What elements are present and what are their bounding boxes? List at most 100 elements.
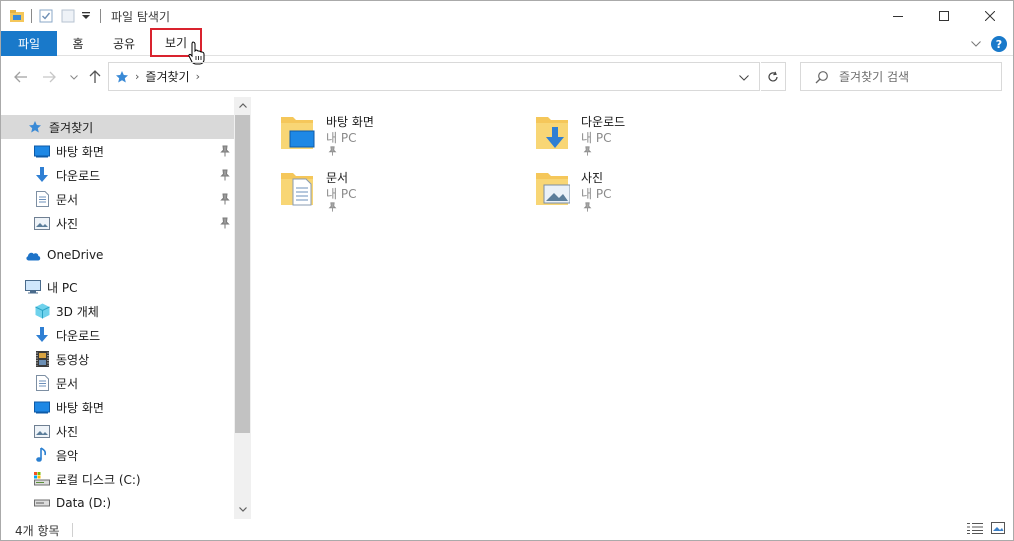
maximize-button[interactable]	[921, 1, 967, 31]
new-folder-icon[interactable]	[60, 8, 76, 24]
folder-tile-desktop[interactable]: 바탕 화면 내 PC	[251, 103, 491, 156]
forward-button[interactable]	[39, 67, 59, 87]
search-icon	[815, 70, 828, 83]
large-icons-view-icon[interactable]	[991, 522, 1005, 537]
cloud-icon	[25, 247, 41, 263]
nav-item-data-d[interactable]: Data (D:)	[1, 491, 234, 515]
expand-ribbon-icon[interactable]	[971, 41, 981, 47]
scroll-up-button[interactable]	[234, 97, 251, 114]
address-bar[interactable]: › 즐겨찾기 ›	[108, 62, 760, 91]
nav-item-downloads[interactable]: 다운로드	[1, 163, 234, 187]
nav-item-pictures-pc[interactable]: 사진	[1, 419, 234, 443]
scroll-down-button[interactable]	[234, 501, 251, 518]
chevron-down-icon	[238, 507, 247, 512]
cube-icon	[34, 303, 50, 319]
nav-item-3d-objects[interactable]: 3D 개체	[1, 299, 234, 323]
star-icon	[116, 70, 128, 82]
nav-item-label: 즐겨찾기	[49, 120, 94, 135]
breadcrumb-favorites[interactable]: 즐겨찾기	[145, 68, 189, 85]
nav-item-label: 사진	[56, 216, 79, 231]
address-dropdown-icon[interactable]	[739, 70, 749, 84]
breadcrumb-separator-icon[interactable]: ›	[135, 70, 139, 83]
star-icon	[27, 119, 43, 135]
drive-icon	[34, 495, 50, 511]
pin-icon	[328, 202, 337, 212]
help-button[interactable]: ?	[991, 36, 1007, 52]
recent-locations-button[interactable]	[64, 67, 84, 87]
quick-access-toolbar: 파일 탐색기	[1, 1, 170, 31]
nav-item-documents-pc[interactable]: 문서	[1, 371, 234, 395]
music-icon	[34, 447, 50, 463]
nav-scrollbar[interactable]	[234, 97, 251, 519]
nav-item-music[interactable]: 음악	[1, 443, 234, 467]
item-count: 4개 항목	[15, 523, 60, 538]
folder-tile-pictures[interactable]: 사진 내 PC	[506, 159, 746, 212]
up-arrow-icon	[89, 70, 101, 83]
customize-toolbar-icon[interactable]	[78, 8, 94, 24]
file-explorer-window: 파일 탐색기 파일 홈 공유 보기 ? › 즐겨찾기 › 즐겨찾기 검색 즐겨찾…	[0, 0, 1014, 541]
back-button[interactable]	[11, 67, 31, 87]
documents-folder-icon	[281, 173, 313, 206]
download-icon	[34, 167, 50, 183]
nav-item-local-disk-c[interactable]: 로컬 디스크 (C:)	[1, 467, 234, 491]
nav-item-label: 로컬 디스크 (C:)	[56, 472, 141, 487]
tile-name: 바탕 화면	[326, 115, 374, 129]
status-bar: 4개 항목	[1, 519, 1013, 541]
desktop-icon	[34, 399, 50, 415]
address-row: › 즐겨찾기 › 즐겨찾기 검색	[1, 57, 1013, 97]
nav-item-desktop[interactable]: 바탕 화면	[1, 139, 234, 163]
pin-icon[interactable]	[220, 169, 230, 181]
nav-item-documents[interactable]: 문서	[1, 187, 234, 211]
nav-item-videos[interactable]: 동영상	[1, 347, 234, 371]
properties-icon[interactable]	[38, 8, 54, 24]
pin-icon[interactable]	[220, 193, 230, 205]
close-button[interactable]	[967, 1, 1013, 31]
details-view-icon[interactable]	[967, 522, 983, 537]
nav-item-favorites[interactable]: 즐겨찾기	[1, 115, 234, 139]
tab-file[interactable]: 파일	[1, 31, 57, 56]
nav-item-label: 문서	[56, 192, 79, 207]
nav-item-onedrive[interactable]: OneDrive	[1, 243, 234, 267]
nav-item-label: 음악	[56, 448, 79, 463]
content-pane: 바탕 화면 내 PC 다운로드 내 PC 문서 내 PC 사진 내 PC	[251, 97, 1013, 519]
tab-share[interactable]: 공유	[99, 31, 149, 56]
up-button[interactable]	[85, 67, 105, 87]
document-icon	[34, 191, 50, 207]
tile-name: 문서	[326, 171, 349, 185]
desktop-icon	[34, 143, 50, 159]
nav-item-this-pc[interactable]: 내 PC	[1, 275, 234, 299]
nav-item-label: OneDrive	[47, 248, 104, 262]
window-title: 파일 탐색기	[111, 9, 171, 24]
maximize-icon	[939, 11, 949, 21]
minimize-button[interactable]	[875, 1, 921, 31]
nav-item-label: 바탕 화면	[56, 400, 104, 415]
nav-item-label: 문서	[56, 376, 79, 391]
nav-item-label: 다운로드	[56, 168, 101, 183]
tab-home[interactable]: 홈	[57, 31, 99, 56]
nav-item-pictures[interactable]: 사진	[1, 211, 234, 235]
ribbon-tabs: 파일 홈 공유 보기 ?	[1, 28, 1013, 57]
nav-item-label: 내 PC	[47, 280, 78, 295]
search-placeholder: 즐겨찾기 검색	[839, 70, 910, 84]
pc-icon	[25, 279, 41, 295]
explorer-folder-icon[interactable]	[9, 8, 25, 24]
toolbar-divider	[100, 9, 101, 23]
folder-tile-downloads[interactable]: 다운로드 내 PC	[506, 103, 746, 156]
nav-item-downloads-pc[interactable]: 다운로드	[1, 323, 234, 347]
breadcrumb-separator-icon[interactable]: ›	[196, 70, 200, 83]
nav-item-desktop-pc[interactable]: 바탕 화면	[1, 395, 234, 419]
minimize-icon	[893, 16, 903, 17]
close-icon	[985, 11, 995, 21]
search-box[interactable]: 즐겨찾기 검색	[800, 62, 1002, 91]
folder-tile-documents[interactable]: 문서 내 PC	[251, 159, 491, 212]
pin-icon[interactable]	[220, 145, 230, 157]
help-label: ?	[995, 37, 1003, 51]
pin-icon[interactable]	[220, 217, 230, 229]
nav-item-label: 다운로드	[56, 328, 101, 343]
refresh-button[interactable]	[761, 62, 786, 91]
pictures-folder-icon	[536, 173, 570, 205]
toolbar-divider	[31, 9, 32, 23]
scroll-thumb[interactable]	[235, 115, 250, 433]
forward-arrow-icon	[43, 71, 56, 83]
nav-item-label: 바탕 화면	[56, 144, 104, 159]
